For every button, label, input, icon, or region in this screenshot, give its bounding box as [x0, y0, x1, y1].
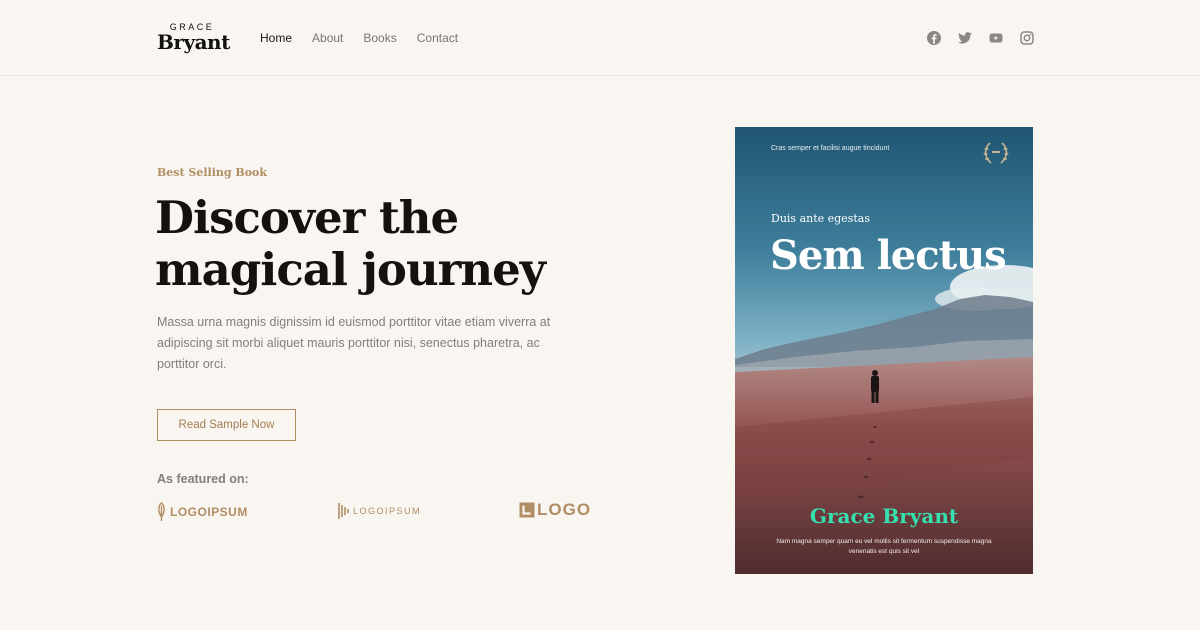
read-sample-button[interactable]: Read Sample Now — [157, 409, 296, 441]
social-links — [926, 30, 1050, 46]
featured-logo-3-text: LOGO — [537, 500, 592, 519]
hero-headline: Discover the magical journey — [155, 191, 546, 296]
nav-item-contact[interactable]: Contact — [417, 30, 458, 46]
brand-logo[interactable]: GRACE Bryant — [157, 22, 230, 54]
nav-item-books[interactable]: Books — [363, 30, 396, 46]
hero-eyebrow: Best Selling Book — [157, 166, 267, 179]
feather-icon — [158, 502, 165, 521]
youtube-icon[interactable] — [988, 30, 1004, 46]
stripes-icon — [338, 503, 349, 519]
site-header: GRACE Bryant Home About Books Contact — [0, 0, 1200, 76]
featured-logo-1: LOGOIPSUM — [157, 502, 248, 522]
instagram-icon[interactable] — [1019, 30, 1035, 46]
featured-logo-2: LOGOIPSUM — [338, 502, 421, 520]
featured-logo-1-text: LOGOIPSUM — [170, 505, 248, 519]
book-cover[interactable]: Cras semper et facilisi augue tincidunt … — [735, 127, 1033, 574]
nav-item-about[interactable]: About — [312, 30, 343, 46]
square-l-icon — [519, 502, 535, 518]
book-blurb: Nam magna semper quam eu vel mollis sit … — [776, 538, 992, 555]
book-subtitle: Duis ante egestas — [771, 212, 870, 225]
book-title: Sem lectus — [770, 232, 1007, 279]
brand-logo-bottom: Bryant — [157, 30, 230, 54]
twitter-icon[interactable] — [957, 30, 973, 46]
hero-description: Massa urna magnis dignissim id euismod p… — [157, 315, 551, 371]
book-tagline: Cras semper et facilisi augue tincidunt — [771, 145, 890, 152]
main-nav: Home About Books Contact — [260, 30, 478, 46]
featured-logo-2-text: LOGOIPSUM — [353, 506, 422, 516]
featured-logo-3: LOGO — [519, 500, 591, 520]
featured-label: As featured on: — [157, 472, 249, 486]
featured-logos: LOGOIPSUM LOGOIPSUM LOGO — [157, 500, 597, 524]
laurel-award-icon — [983, 142, 1009, 164]
book-author: Grace Bryant — [809, 504, 959, 528]
facebook-icon[interactable] — [926, 30, 942, 46]
nav-item-home[interactable]: Home — [260, 30, 292, 46]
